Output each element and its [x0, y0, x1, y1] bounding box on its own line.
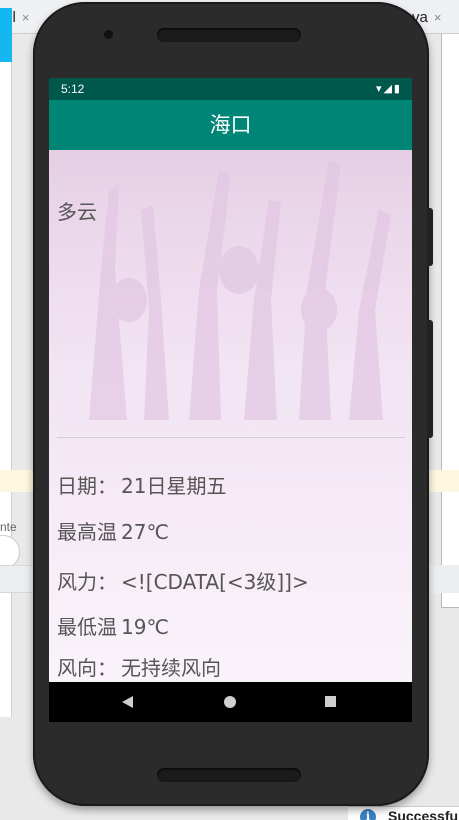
- ide-round-button[interactable]: [0, 535, 20, 569]
- background-image: [49, 150, 412, 420]
- info-icon: i: [360, 809, 376, 820]
- wind-direction-label: 风向：: [57, 656, 117, 680]
- wind-direction-value: 无持续风向: [121, 656, 221, 680]
- date-row: 日期： 21日星期五: [57, 470, 226, 499]
- low-temp-label: 最低温: [57, 615, 117, 639]
- ide-toast: i Successfu: [348, 806, 459, 820]
- back-icon[interactable]: [122, 696, 133, 708]
- status-icons: ▾◢▮: [375, 83, 402, 95]
- status-time: 5:12: [61, 82, 85, 96]
- earpiece-speaker: [157, 28, 301, 42]
- app-bar: 海口: [49, 100, 412, 150]
- wind-direction-row: 风向： 无持续风向: [57, 652, 221, 681]
- status-bar: 5:12 ▾◢▮: [49, 78, 412, 100]
- weather-content: 多云 日期： 21日星期五 最高温 27℃ 风力： <![CDATA[<3级]]> 最…: [49, 150, 412, 682]
- high-temp-row: 最高温 27℃: [57, 516, 169, 545]
- page-title: 海口: [209, 113, 252, 137]
- wind-force-value: <![CDATA[<3级]]>: [121, 570, 309, 594]
- ide-selection-highlight: [0, 8, 12, 62]
- ide-left-panel: [0, 62, 12, 717]
- volume-button[interactable]: [427, 320, 433, 438]
- date-label: 日期：: [57, 474, 117, 498]
- low-temp-row: 最低温 19℃: [57, 611, 169, 640]
- emulator-device-frame: 5:12 ▾◢▮ 海口 多云 日期： 21日星期五 最高温 27℃ 风力： <!…: [33, 2, 433, 806]
- wind-force-label: 风力：: [57, 570, 117, 594]
- home-icon[interactable]: [224, 696, 236, 708]
- bottom-speaker: [157, 768, 301, 782]
- front-camera: [104, 30, 113, 39]
- recent-apps-icon[interactable]: [325, 696, 336, 707]
- high-temp-label: 最高温: [57, 520, 117, 544]
- weather-condition: 多云: [57, 200, 97, 224]
- toast-message: Successfu: [388, 808, 459, 820]
- ide-left-text: nte: [0, 520, 17, 534]
- low-temp-value: 19℃: [121, 615, 169, 639]
- close-icon[interactable]: ×: [22, 10, 30, 25]
- wind-force-row: 风力： <![CDATA[<3级]]>: [57, 566, 309, 595]
- date-value: 21日星期五: [121, 474, 227, 498]
- close-icon[interactable]: ×: [434, 10, 442, 25]
- ide-right-panel: [441, 34, 459, 608]
- device-screen: 5:12 ▾◢▮ 海口 多云 日期： 21日星期五 最高温 27℃ 风力： <!…: [49, 78, 412, 722]
- navigation-bar: [49, 682, 412, 722]
- power-button[interactable]: [427, 208, 433, 266]
- divider: [57, 437, 405, 438]
- high-temp-value: 27℃: [121, 520, 169, 544]
